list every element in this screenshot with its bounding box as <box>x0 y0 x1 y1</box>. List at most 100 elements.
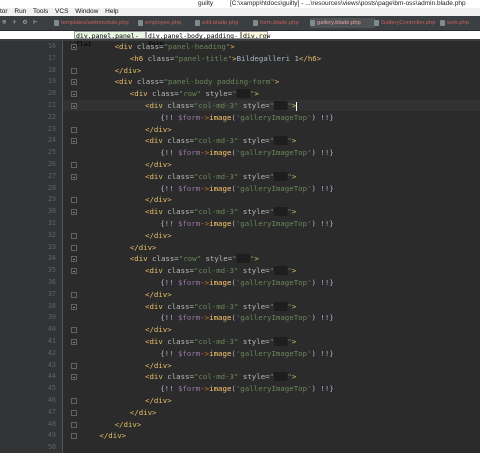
code-line: </div> <box>115 65 142 76</box>
code-token: "row" <box>178 254 206 264</box>
code-token: </div> <box>145 325 172 335</box>
code-token: $form <box>178 148 201 158</box>
code-line: <div class="col-md-3" style="███"> <box>145 100 298 111</box>
code-token: image <box>209 183 232 193</box>
code-token: </div> <box>99 431 127 441</box>
tab-file[interactable]: web.php <box>440 18 480 28</box>
tab-file[interactable]: templates/webmodule.php <box>54 18 131 28</box>
code-token: ███ <box>274 337 288 346</box>
line-number: 41 <box>47 337 56 345</box>
code-token: image <box>209 384 232 394</box>
menu-item-window[interactable]: Window <box>75 8 98 15</box>
breadcrumb-item[interactable]: div.row <box>241 31 270 40</box>
code-token: -> <box>200 219 210 228</box>
code-token: style= <box>205 89 233 99</box>
code-token: "panel-heading" <box>163 42 231 51</box>
code-token: class= <box>152 89 179 99</box>
code-token: <div <box>145 337 168 346</box>
menu-item[interactable]: tor <box>0 8 8 15</box>
line-number: 22 <box>47 112 56 121</box>
code-line: </div> <box>145 230 172 241</box>
tool-window-icons[interactable]: ⊕ ÷ ⚙ ⊢ <box>2 18 39 26</box>
code-token: ███ <box>274 266 288 276</box>
code-token: </div> <box>145 396 172 405</box>
code-token: ) !!} <box>311 148 334 158</box>
code-token: style= <box>242 171 270 181</box>
code-token: <div <box>114 42 137 51</box>
code-line: </div> <box>145 289 172 300</box>
tab-label: edit.blade.php <box>202 20 239 26</box>
code-token: </div> <box>145 230 172 240</box>
line-number: 29 <box>47 195 56 204</box>
code-token: </h6> <box>298 53 322 63</box>
code-token: <div <box>145 171 168 181</box>
code-line: <div class="panel-body padding-form"> <box>115 76 280 87</box>
tab-active-file[interactable]: gallery.blade.php <box>310 18 375 28</box>
php-file-icon <box>374 20 379 26</box>
menu-item-tools[interactable]: Tools <box>33 8 48 15</box>
code-token: image <box>209 313 232 323</box>
line-number: 19 <box>47 77 56 86</box>
code-editor[interactable]: <div class="panel-heading"> <h6 class="pa… <box>63 41 480 453</box>
tab-file[interactable]: GalleryController.php <box>374 18 441 28</box>
menu-item-run[interactable]: Run <box>14 8 26 15</box>
code-line: <div class="col-md-3" style="███"> <box>145 336 296 347</box>
menu-item-help[interactable]: Help <box>105 8 118 15</box>
code-token: "panel-title" <box>174 53 233 63</box>
code-token: </div> <box>114 65 142 75</box>
line-number: 26 <box>47 160 56 168</box>
code-line: <div class="col-md-3" style="███"> <box>145 301 296 312</box>
php-file-icon <box>138 20 143 26</box>
code-token: class= <box>167 207 194 217</box>
breadcrumb: div.panel.panel-flat div.panel-body.padd… <box>0 31 480 48</box>
line-number: 48 <box>47 419 56 428</box>
code-token: {!! <box>160 348 178 358</box>
code-token: "col-md-3" <box>193 136 243 146</box>
code-token: ███ <box>274 207 288 217</box>
line-number: 39 <box>47 313 56 322</box>
code-token: -> <box>200 112 210 122</box>
code-token: <div <box>129 254 153 264</box>
code-line: </div> <box>99 430 126 441</box>
code-token: $form <box>178 112 201 122</box>
line-number: 16 <box>47 42 56 50</box>
tab-file[interactable]: employee.php <box>138 18 195 28</box>
line-number: 21 <box>47 101 56 109</box>
code-token: {!! <box>160 384 178 394</box>
php-file-icon <box>54 20 59 26</box>
code-line: {!! $form->image('galleryImageTop') !!} <box>160 218 334 229</box>
tab-file[interactable]: edit.blade.php <box>195 18 254 28</box>
tab-file[interactable]: form.blade.php <box>253 18 312 28</box>
code-token: style= <box>242 207 270 217</box>
code-line: {!! $form->image('galleryImageTop') !!} <box>160 112 334 123</box>
blade-file-icon <box>310 20 315 26</box>
code-token: -> <box>200 348 210 358</box>
code-token: 'galleryImageTop' <box>235 183 312 193</box>
line-number: 36 <box>47 278 56 286</box>
code-token: </div> <box>145 360 172 370</box>
breadcrumb-item[interactable]: div.panel.panel-flat <box>74 31 146 48</box>
code-line: </div> <box>130 407 157 418</box>
code-token: </div> <box>114 419 142 429</box>
code-token: > <box>291 337 297 346</box>
code-token: "col-md-3" <box>193 266 243 276</box>
code-token: $form <box>178 219 201 228</box>
code-token: "panel-body padding-form" <box>163 77 275 87</box>
code-line: </div> <box>145 194 172 205</box>
line-number: 46 <box>47 396 56 404</box>
code-token: > <box>291 372 297 382</box>
code-line: {!! $form->image('galleryImageTop') !!} <box>160 277 334 288</box>
breadcrumb-item[interactable]: div.panel-body.padding-form <box>146 31 241 48</box>
code-token: "col-md-3" <box>193 337 243 346</box>
code-line: {!! $form->image('galleryImageTop') !!} <box>160 183 334 194</box>
code-token: 'galleryImageTop' <box>235 348 312 358</box>
code-token: <div <box>145 207 168 217</box>
code-line: <div class="row" style="███"> <box>130 88 259 99</box>
code-token: ) !!} <box>311 348 334 358</box>
menu-item-vcs[interactable]: VCS <box>55 8 68 15</box>
code-token: </div> <box>145 124 172 134</box>
code-line: <div class="col-md-3" style="███"> <box>145 371 296 382</box>
code-token: <div <box>145 301 168 311</box>
code-token: </div> <box>129 242 157 252</box>
code-token: "col-md-3" <box>193 301 243 311</box>
